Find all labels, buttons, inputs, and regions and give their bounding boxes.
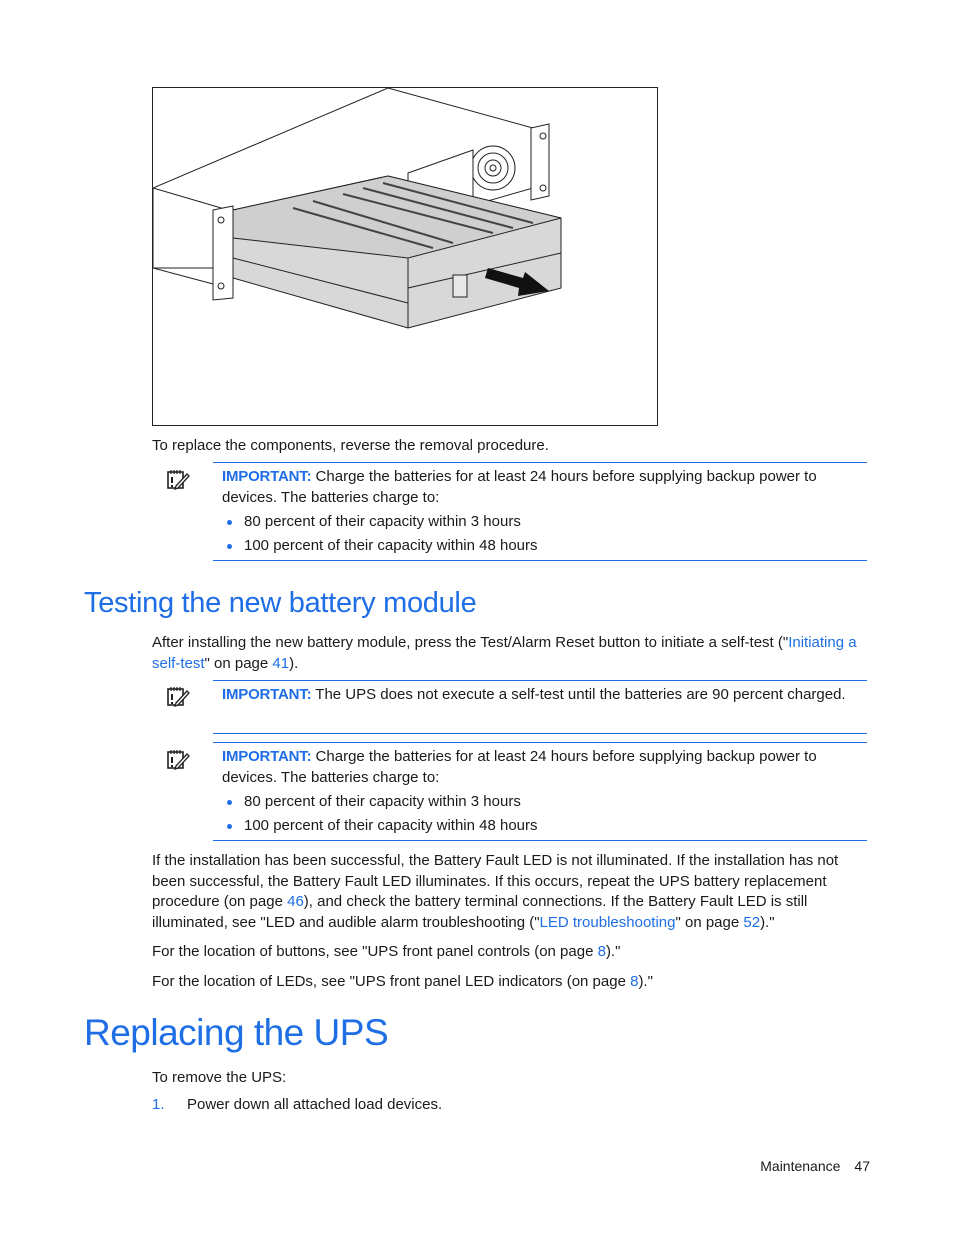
- section-heading-replacing: Replacing the UPS: [84, 1012, 389, 1053]
- steps-list: 1. Power down all attached load devices.: [152, 1095, 868, 1116]
- installation-result-paragraph: If the installation has been successful,…: [152, 851, 868, 933]
- page-46-link[interactable]: 46: [287, 893, 304, 910]
- footer-section: Maintenance: [760, 1158, 841, 1174]
- paragraph-text: ).": [638, 973, 653, 990]
- page-52-link[interactable]: 52: [743, 914, 760, 931]
- list-item: 100 percent of their capacity within 48 …: [222, 534, 867, 558]
- intro-text: After installing the new battery module,…: [152, 634, 789, 651]
- paragraph-text: " on page: [675, 913, 744, 931]
- note-text: Charge the batteries for at least 24 hou…: [222, 748, 817, 786]
- page-number: 47: [854, 1158, 870, 1174]
- important-notepad-icon: [166, 685, 190, 708]
- paragraph-text: ).": [605, 943, 621, 960]
- battery-removal-figure: [152, 87, 658, 426]
- step-number: 1.: [152, 1096, 165, 1113]
- important-note-charge: IMPORTANT: Charge the batteries for at l…: [213, 462, 867, 561]
- paragraph-text: For the location of buttons, see "UPS fr…: [152, 943, 598, 960]
- list-item: 80 percent of their capacity within 3 ho…: [222, 510, 867, 534]
- step-item: 1. Power down all attached load devices.: [152, 1095, 868, 1116]
- buttons-location-paragraph: For the location of buttons, see "UPS fr…: [152, 942, 868, 963]
- note-text: The UPS does not execute a self-test unt…: [311, 686, 846, 703]
- section-heading-testing: Testing the new battery module: [84, 587, 477, 619]
- list-item: 80 percent of their capacity within 3 ho…: [222, 790, 867, 814]
- testing-intro-paragraph: After installing the new battery module,…: [152, 633, 868, 674]
- page-8-link[interactable]: 8: [598, 943, 606, 960]
- intro-text: " on page: [204, 654, 273, 672]
- step-text: Power down all attached load devices.: [187, 1096, 443, 1113]
- important-note-self-test: IMPORTANT: The UPS does not execute a se…: [213, 680, 867, 734]
- important-note-charge-2: IMPORTANT: Charge the batteries for at l…: [213, 742, 867, 841]
- paragraph-text: ).": [760, 913, 775, 931]
- reverse-procedure-text: To replace the components, reverse the r…: [152, 437, 549, 454]
- charge-bullet-list: 80 percent of their capacity within 3 ho…: [222, 510, 867, 558]
- important-notepad-icon: [166, 468, 190, 491]
- ups-battery-illustration: [153, 88, 562, 329]
- intro-text: ).: [289, 654, 299, 672]
- leds-location-paragraph: For the location of LEDs, see "UPS front…: [152, 972, 868, 993]
- removal-steps: 1. Power down all attached load devices.: [152, 1095, 868, 1116]
- important-notepad-icon: [166, 748, 190, 771]
- page-41-link[interactable]: 41: [272, 655, 289, 672]
- important-label: IMPORTANT:: [222, 468, 312, 485]
- note-text: Charge the batteries for at least 24 hou…: [222, 468, 817, 506]
- list-item: 100 percent of their capacity within 48 …: [222, 814, 867, 838]
- charge-bullet-list: 80 percent of their capacity within 3 ho…: [222, 790, 867, 838]
- page-footer: Maintenance 47: [760, 1158, 870, 1174]
- remove-ups-intro: To remove the UPS:: [152, 1069, 287, 1086]
- important-label: IMPORTANT:: [222, 748, 312, 765]
- paragraph-text: For the location of LEDs, see "UPS front…: [152, 973, 631, 990]
- led-troubleshooting-link[interactable]: LED troubleshooting: [540, 914, 676, 931]
- important-label: IMPORTANT:: [222, 686, 312, 703]
